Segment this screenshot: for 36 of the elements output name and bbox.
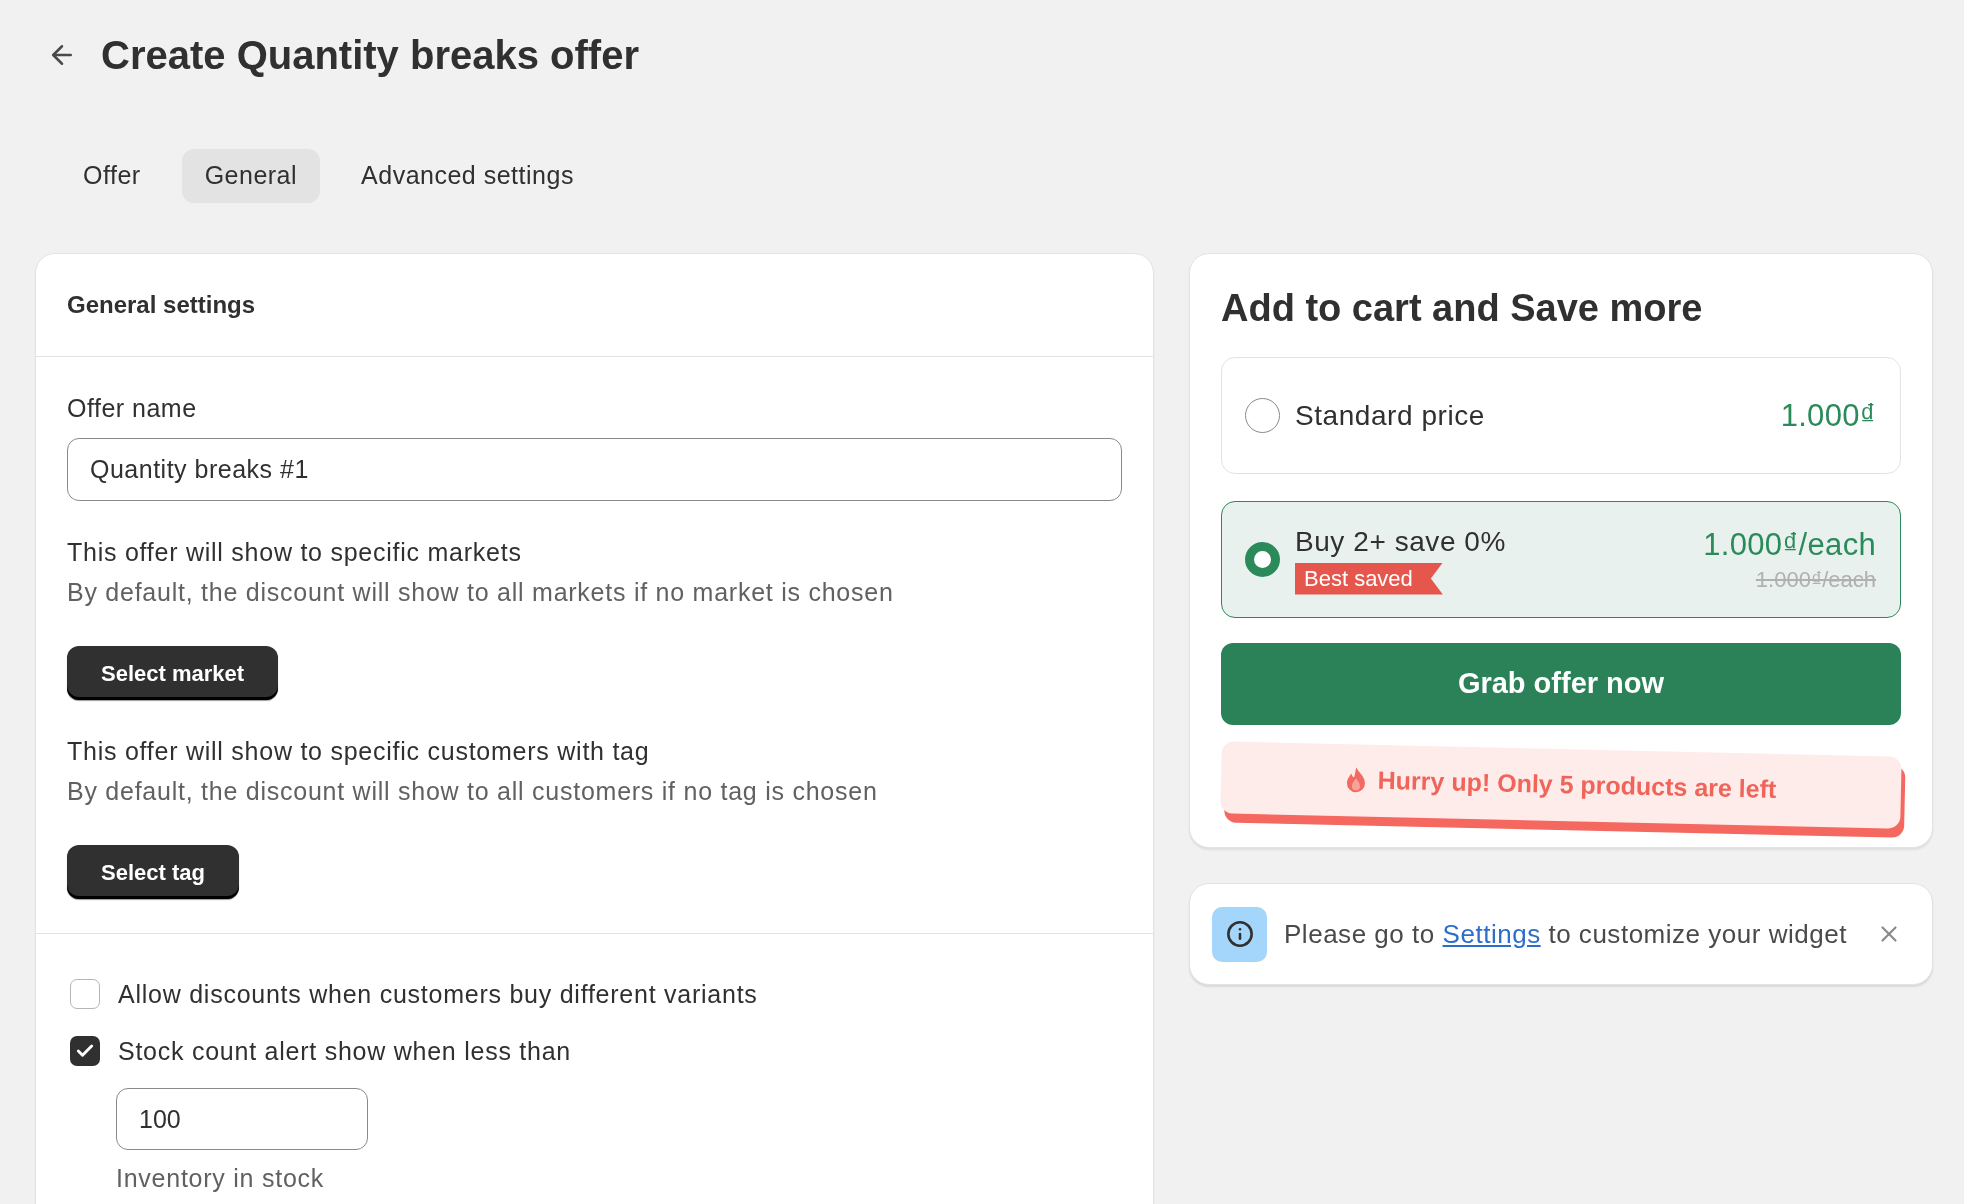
info-icon [1212,906,1267,962]
page-title: Create Quantity breaks offer [101,32,639,79]
original-price: 1.000₫/each [1755,566,1876,593]
section-description: By default, the discount will show to all markets if no market is chosen [67,578,894,606]
card-title: General settings [67,291,256,319]
radio-button[interactable] [1245,398,1280,433]
grab-offer-button[interactable]: Grab offer now [1221,643,1901,725]
field-label: Offer name [67,394,197,422]
checkbox[interactable] [70,1036,100,1066]
section-description: By default, the discount will show to all customers if no tag is chosen [67,777,878,805]
notice-text: Please go to Settings to customize your widget [1284,919,1848,949]
stock-alert-text: Hurry up! Only 5 products are left [1377,765,1777,806]
section-heading: This offer will show to specific customers with tag [67,737,650,765]
best-saved-ribbon: Best saved [1295,562,1443,595]
checkbox[interactable] [70,979,100,1009]
tab[interactable]: Advanced settings [338,149,597,203]
offer-price: 1.000₫/each [1703,526,1876,563]
offer-label: Buy 2+ save 0% [1295,524,1506,559]
select-button[interactable]: Select market [67,646,279,700]
field-help-text: Inventory in stock [116,1164,325,1192]
offer-option[interactable]: Buy 2+ save 0% Best saved 1.000₫/each 1.000₫/each [1221,501,1901,618]
threshold-field[interactable]: 100 [116,1088,368,1150]
checkbox-label: Stock count alert show when less than [118,1037,571,1065]
offer-option[interactable]: Standard price 1.000₫ [1221,357,1901,474]
select-button[interactable]: Select tag [67,845,239,899]
flame-icon [1345,767,1366,794]
widget-title: Add to cart and Save more [1221,287,1703,329]
section-heading: This offer will show to specific markets [67,538,522,566]
offer-price: 1.000₫ [1780,397,1876,434]
tab[interactable]: Offer [60,149,164,203]
tab[interactable]: General [181,149,321,203]
radio-button[interactable] [1245,542,1280,577]
offer-label: Standard price [1295,398,1485,433]
settings-link[interactable]: Settings [1442,919,1541,949]
checkbox-label: Allow discounts when customers buy different variants [118,980,758,1008]
offer-name-field[interactable]: Quantity breaks #1 [67,438,1122,501]
